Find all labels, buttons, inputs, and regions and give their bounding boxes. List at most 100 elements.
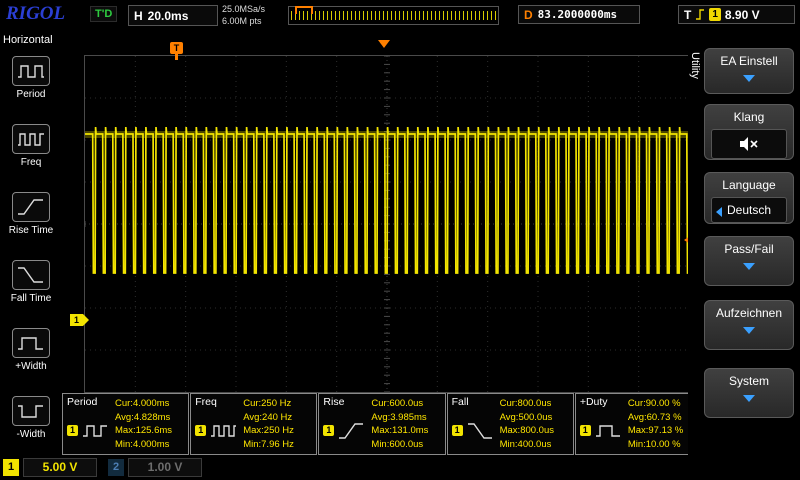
menu-item-fall-time[interactable]: Fall Time xyxy=(0,260,62,322)
chevron-down-icon xyxy=(743,395,755,402)
utility-menu: Utility EA Einstell Klang Language Deuts… xyxy=(688,30,800,480)
channel1-tag: 1 xyxy=(3,459,19,476)
menu-item-rise-time[interactable]: Rise Time xyxy=(0,192,62,254)
channel1-ground-marker[interactable]: 1 xyxy=(70,314,83,326)
softkey-label: EA Einstell xyxy=(705,49,793,68)
trigger-status-badge: T'D xyxy=(90,6,117,22)
softkey-language[interactable]: Language Deutsch xyxy=(704,172,794,224)
chevron-down-icon xyxy=(743,263,755,270)
menu-item-freq[interactable]: Freq xyxy=(0,124,62,186)
trigger-delay-indicator[interactable] xyxy=(378,40,390,48)
channel1-scale: 5.00 V xyxy=(23,458,97,477)
measurement-menu-title: Horizontal xyxy=(3,34,53,46)
softkey-klang[interactable]: Klang xyxy=(704,104,794,160)
channel-badge: 1 xyxy=(67,425,78,436)
language-selector[interactable]: Deutsch xyxy=(711,197,787,223)
chevron-left-icon xyxy=(716,207,722,217)
menu-item-label: Fall Time xyxy=(0,293,62,304)
chevron-down-icon xyxy=(743,327,755,334)
sound-setting-box xyxy=(711,129,787,159)
trigger-slope-icon xyxy=(695,8,705,21)
delay-label: D xyxy=(524,8,533,22)
menu-item-label: Period xyxy=(0,89,62,100)
top-status-bar: RIGOL T'D H 20.0ms 25.0MSa/s 6.00M pts D… xyxy=(0,0,800,30)
measurement-menu: Horizontal Period Freq Rise Time Fall Ti… xyxy=(0,30,62,480)
oscilloscope-screen: RIGOL T'D H 20.0ms 25.0MSa/s 6.00M pts D… xyxy=(0,0,800,480)
freq-meas-icon xyxy=(209,421,237,446)
measurement-freq: Freq 1 Cur:250 Hz Avg:240 Hz Max:250 Hz … xyxy=(190,393,317,455)
trigger-readout: T 1 8.90 V xyxy=(678,5,795,24)
measurement-fall: Fall 1 Cur:800.0us Avg:500.0us Max:800.0… xyxy=(447,393,574,455)
rise-time-icon xyxy=(12,192,50,222)
timebase-label: H xyxy=(129,9,148,23)
measurement-rise: Rise 1 Cur:600.0us Avg:3.985ms Max:131.0… xyxy=(318,393,445,455)
delay-readout: D 83.2000000ms xyxy=(518,5,640,24)
channel-badge: 1 xyxy=(580,425,591,436)
sample-rate: 25.0MSa/s xyxy=(222,3,265,15)
channel2-status[interactable]: 2 1.00 V xyxy=(108,458,202,477)
timebase-value: 20.0ms xyxy=(148,9,189,23)
rise-meas-icon xyxy=(337,421,365,446)
menu-item-label: Rise Time xyxy=(0,225,62,236)
trigger-source-badge: 1 xyxy=(709,8,721,21)
minus-width-icon xyxy=(12,396,50,426)
measurement-values: Cur:250 Hz Avg:240 Hz Max:250 Hz Min:7.9… xyxy=(243,397,294,451)
trigger-position-marker[interactable]: T xyxy=(170,42,183,54)
channel2-tag: 2 xyxy=(108,459,124,476)
utility-menu-tab: Utility xyxy=(689,52,701,79)
acquisition-info: 25.0MSa/s 6.00M pts xyxy=(222,3,265,27)
channel-badge: 1 xyxy=(195,425,206,436)
channel2-scale: 1.00 V xyxy=(128,458,202,477)
menu-item-label: Freq xyxy=(0,157,62,168)
trigger-level-value: 8.90 V xyxy=(725,8,760,22)
channel1-status[interactable]: 1 5.00 V xyxy=(3,458,97,477)
channel-badge: 1 xyxy=(452,425,463,436)
softkey-label: Pass/Fail xyxy=(705,237,793,256)
menu-item-plus-width[interactable]: +Width xyxy=(0,328,62,390)
waveform-svg xyxy=(85,56,689,392)
duty-meas-icon xyxy=(594,421,622,446)
channel-status-bar: 1 5.00 V 2 1.00 V xyxy=(0,455,800,480)
softkey-label: System xyxy=(705,369,793,388)
waveform-preview-strip[interactable] xyxy=(288,6,499,25)
period-icon xyxy=(12,56,50,86)
memory-depth: 6.00M pts xyxy=(222,15,265,27)
fall-meas-icon xyxy=(466,421,494,446)
fall-time-icon xyxy=(12,260,50,290)
menu-item-period[interactable]: Period xyxy=(0,56,62,118)
rigol-logo: RIGOL xyxy=(6,3,65,25)
waveform-display: T 1 T xyxy=(62,30,702,393)
softkey-label: Aufzeichnen xyxy=(705,301,793,320)
menu-item-label: +Width xyxy=(0,361,62,372)
speaker-muted-icon xyxy=(738,136,760,152)
preview-window-bracket[interactable] xyxy=(295,6,313,14)
softkey-pass-fail[interactable]: Pass/Fail xyxy=(704,236,794,286)
softkey-system[interactable]: System xyxy=(704,368,794,418)
menu-item-label: -Width xyxy=(0,429,62,440)
menu-item-minus-width[interactable]: -Width xyxy=(0,396,62,458)
measurement-name: +Duty xyxy=(580,396,608,408)
measurement-name: Period xyxy=(67,396,97,408)
chevron-down-icon xyxy=(743,75,755,82)
measurement-name: Freq xyxy=(195,396,217,408)
measurement-values: Cur:4.000ms Avg:4.828ms Max:125.6ms Min:… xyxy=(115,397,172,451)
measurement-bar: Period 1 Cur:4.000ms Avg:4.828ms Max:125… xyxy=(62,393,702,455)
period-meas-icon xyxy=(81,421,109,446)
softkey-ea-einstell[interactable]: EA Einstell xyxy=(704,48,794,94)
graticule xyxy=(84,55,690,393)
timebase-readout: H 20.0ms xyxy=(128,5,218,26)
delay-value: 83.2000000ms xyxy=(538,8,617,21)
preview-waveform xyxy=(291,11,496,20)
measurement-duty: +Duty 1 Cur:90.00 % Avg:60.73 % Max:97.1… xyxy=(575,393,702,455)
freq-icon xyxy=(12,124,50,154)
softkey-aufzeichnen[interactable]: Aufzeichnen xyxy=(704,300,794,350)
trigger-label: T xyxy=(684,8,691,22)
plus-width-icon xyxy=(12,328,50,358)
measurement-period: Period 1 Cur:4.000ms Avg:4.828ms Max:125… xyxy=(62,393,189,455)
language-value: Deutsch xyxy=(727,203,771,217)
measurement-values: Cur:90.00 % Avg:60.73 % Max:97.13 % Min:… xyxy=(628,397,683,451)
measurement-values: Cur:600.0us Avg:3.985ms Max:131.0ms Min:… xyxy=(371,397,428,451)
softkey-label: Klang xyxy=(705,105,793,124)
channel-badge: 1 xyxy=(323,425,334,436)
measurement-name: Rise xyxy=(323,396,344,408)
